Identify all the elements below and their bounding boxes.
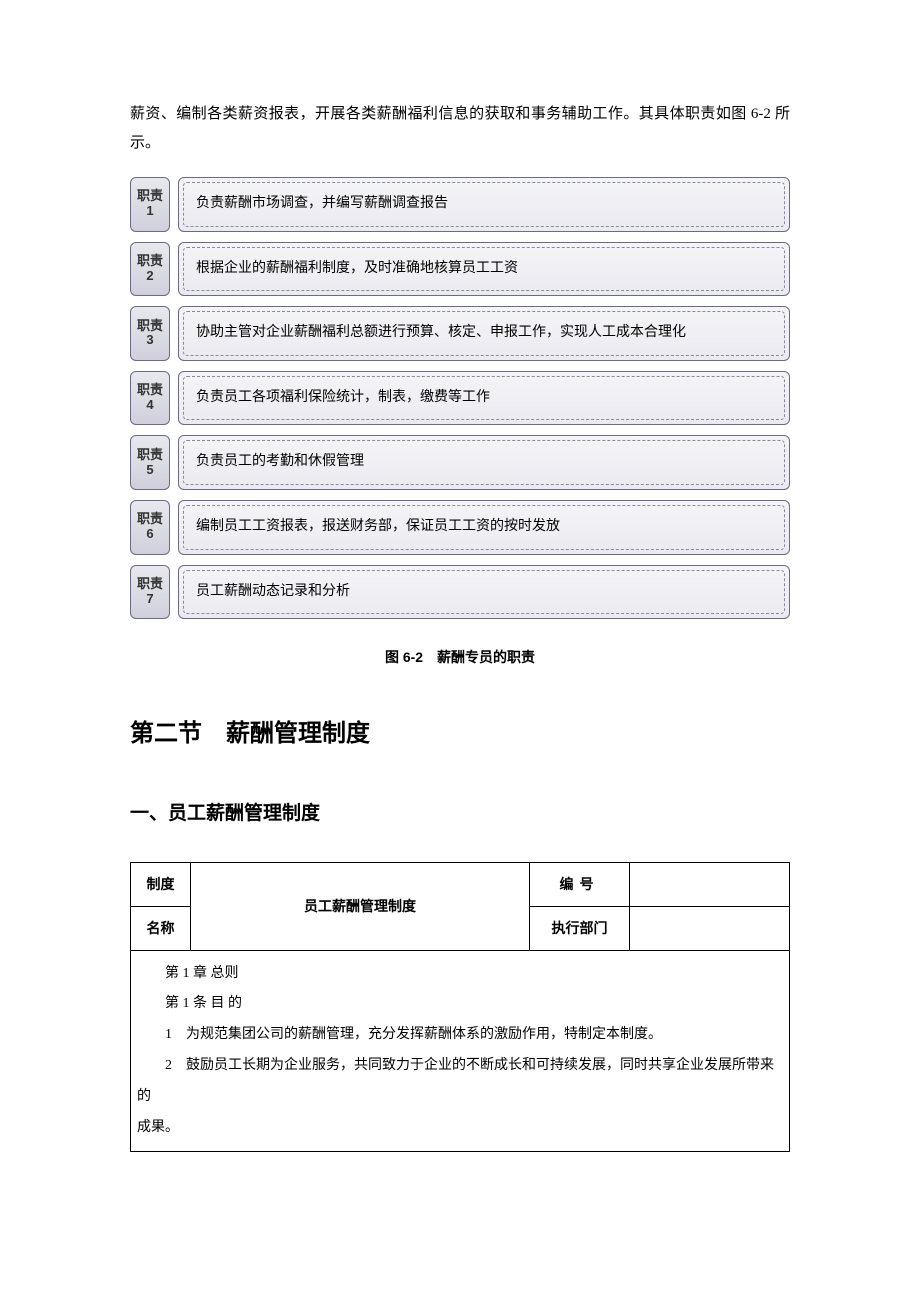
- duty-label-3: 职责 3: [130, 306, 170, 361]
- policy-number-label: 编号: [530, 863, 630, 907]
- duty-content-wrap-3: 协助主管对企业薪酬福利总额进行预算、核定、申报工作，实现人工成本合理化: [178, 306, 790, 361]
- duty-content-3: 协助主管对企业薪酬福利总额进行预算、核定、申报工作，实现人工成本合理化: [183, 311, 785, 356]
- policy-dept-label: 执行部门: [530, 907, 630, 951]
- duty-label-num: 6: [146, 527, 153, 542]
- duty-row-7: 职责 7 员工薪酬动态记录和分析: [130, 565, 790, 620]
- duty-label-num: 4: [146, 398, 153, 413]
- duty-label-num: 7: [146, 592, 153, 607]
- duty-label-prefix: 职责: [137, 383, 163, 398]
- duty-content-5: 负责员工的考勤和休假管理: [183, 440, 785, 485]
- policy-body-cell: 第 1 章 总则 第 1 条 目 的 1 为规范集团公司的薪酬管理，充分发挥薪酬…: [131, 950, 790, 1152]
- section-heading: 第二节 薪酬管理制度: [130, 711, 790, 757]
- duty-label-6: 职责 6: [130, 500, 170, 555]
- duty-list: 职责 1 负责薪酬市场调查，并编写薪酬调查报告 职责 2 根据企业的薪酬福利制度…: [130, 177, 790, 619]
- duty-row-3: 职责 3 协助主管对企业薪酬福利总额进行预算、核定、申报工作，实现人工成本合理化: [130, 306, 790, 361]
- sub-heading: 一、员工薪酬管理制度: [130, 796, 790, 832]
- duty-content-2: 根据企业的薪酬福利制度，及时准确地核算员工工资: [183, 247, 785, 292]
- policy-table-header-row-1: 制度 员工薪酬管理制度 编号: [131, 863, 790, 907]
- duty-label-prefix: 职责: [137, 189, 163, 204]
- body-p4: 2 鼓励员工长期为企业服务，共同致力于企业的不断成长和可持续发展，同时共享企业发…: [137, 1051, 783, 1113]
- policy-label-bottom: 名称: [131, 907, 191, 951]
- policy-title-cell: 员工薪酬管理制度: [191, 863, 530, 950]
- duty-row-2: 职责 2 根据企业的薪酬福利制度，及时准确地核算员工工资: [130, 242, 790, 297]
- duty-row-6: 职责 6 编制员工工资报表，报送财务部，保证员工工资的按时发放: [130, 500, 790, 555]
- duty-label-num: 5: [146, 463, 153, 478]
- duty-content-6: 编制员工工资报表，报送财务部，保证员工工资的按时发放: [183, 505, 785, 550]
- policy-number-value: [630, 863, 790, 907]
- duty-label-num: 3: [146, 333, 153, 348]
- duty-label-num: 1: [146, 204, 153, 219]
- duty-content-wrap-1: 负责薪酬市场调查，并编写薪酬调查报告: [178, 177, 790, 232]
- body-p2: 第 1 条 目 的: [137, 989, 783, 1020]
- duty-row-1: 职责 1 负责薪酬市场调查，并编写薪酬调查报告: [130, 177, 790, 232]
- policy-label-top: 制度: [131, 863, 191, 907]
- duty-label-5: 职责 5: [130, 435, 170, 490]
- duty-content-wrap-2: 根据企业的薪酬福利制度，及时准确地核算员工工资: [178, 242, 790, 297]
- duty-label-prefix: 职责: [137, 254, 163, 269]
- duty-content-wrap-7: 员工薪酬动态记录和分析: [178, 565, 790, 620]
- intro-paragraph: 薪资、编制各类薪资报表，开展各类薪酬福利信息的获取和事务辅助工作。其具体职责如图…: [130, 100, 790, 157]
- policy-body-row: 第 1 章 总则 第 1 条 目 的 1 为规范集团公司的薪酬管理，充分发挥薪酬…: [131, 950, 790, 1152]
- duty-content-wrap-5: 负责员工的考勤和休假管理: [178, 435, 790, 490]
- duty-label-prefix: 职责: [137, 448, 163, 463]
- figure-caption: 图 6-2 薪酬专员的职责: [130, 644, 790, 671]
- duty-content-wrap-6: 编制员工工资报表，报送财务部，保证员工工资的按时发放: [178, 500, 790, 555]
- duty-label-4: 职责 4: [130, 371, 170, 426]
- duty-label-prefix: 职责: [137, 319, 163, 334]
- duty-label-prefix: 职责: [137, 512, 163, 527]
- duty-row-5: 职责 5 负责员工的考勤和休假管理: [130, 435, 790, 490]
- body-p1: 第 1 章 总则: [137, 959, 783, 990]
- duty-row-4: 职责 4 负责员工各项福利保险统计，制表，缴费等工作: [130, 371, 790, 426]
- duty-label-7: 职责 7: [130, 565, 170, 620]
- duty-label-2: 职责 2: [130, 242, 170, 297]
- duty-content-1: 负责薪酬市场调查，并编写薪酬调查报告: [183, 182, 785, 227]
- duty-content-7: 员工薪酬动态记录和分析: [183, 570, 785, 615]
- duty-content-4: 负责员工各项福利保险统计，制表，缴费等工作: [183, 376, 785, 421]
- duty-label-1: 职责 1: [130, 177, 170, 232]
- policy-table: 制度 员工薪酬管理制度 编号 名称 执行部门 第 1 章 总则 第 1 条 目 …: [130, 862, 790, 1152]
- body-p5: 成果。: [137, 1113, 783, 1144]
- duty-content-wrap-4: 负责员工各项福利保险统计，制表，缴费等工作: [178, 371, 790, 426]
- policy-dept-value: [630, 907, 790, 951]
- body-p3: 1 为规范集团公司的薪酬管理，充分发挥薪酬体系的激励作用，特制定本制度。: [137, 1020, 783, 1051]
- duty-label-num: 2: [146, 269, 153, 284]
- duty-label-prefix: 职责: [137, 577, 163, 592]
